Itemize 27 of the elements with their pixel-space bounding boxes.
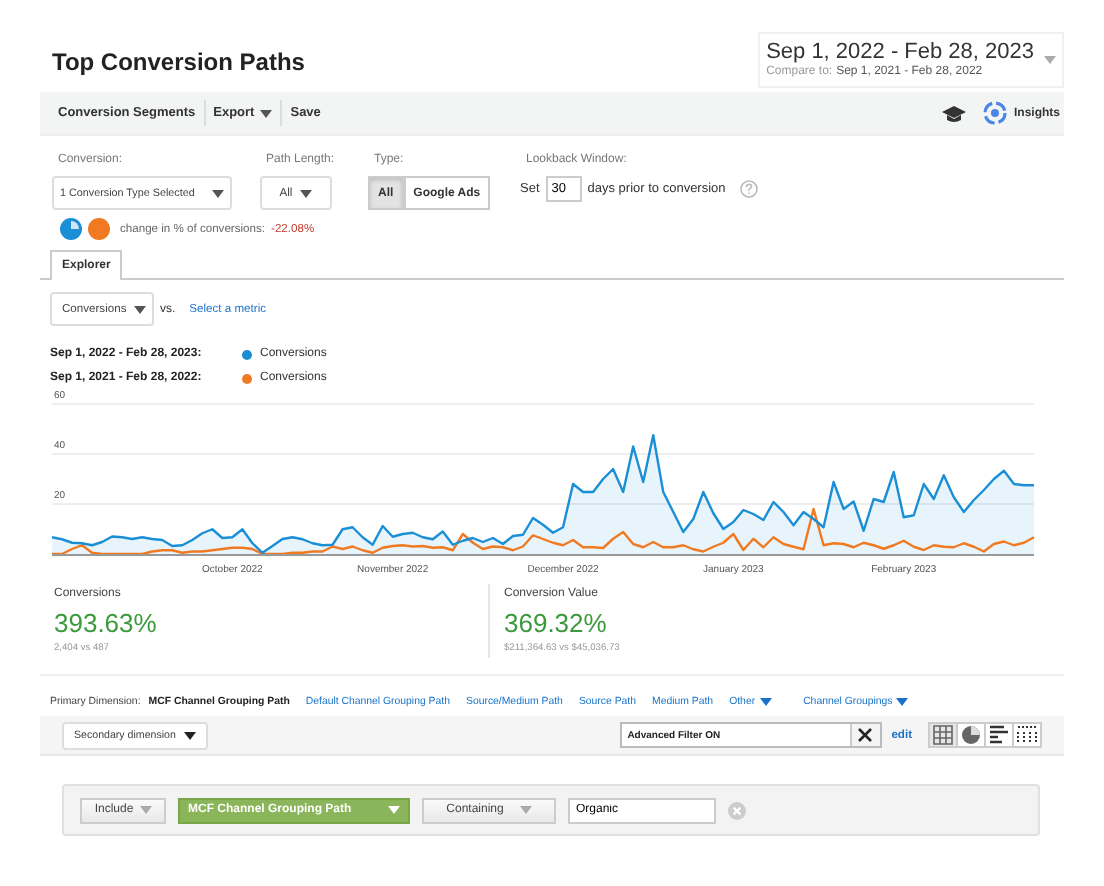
caret-icon [519, 806, 532, 814]
summary-percentage: 393.63% [54, 608, 159, 638]
pie-chart-icon [60, 218, 82, 240]
view-toggle-button[interactable] [1012, 722, 1042, 748]
grid-icon [932, 724, 954, 746]
caret-icon [896, 698, 909, 706]
summary-percentage: 369.32% [504, 608, 609, 638]
view-toggle-button[interactable] [984, 722, 1014, 748]
caret-icon [300, 189, 313, 197]
date-range: Sep 1, 2022 - Feb 28, 2023 [766, 40, 1034, 64]
insights-icon [981, 100, 1008, 126]
pie-chart-icon [960, 724, 982, 746]
caret-icon [212, 189, 224, 197]
close-icon [858, 728, 873, 742]
caret-icon [388, 806, 400, 814]
caret-icon [134, 305, 147, 313]
clear-filter-button[interactable] [849, 724, 880, 746]
page-title: Top Conversion Paths [50, 46, 307, 76]
circle-icon [88, 218, 110, 240]
view-toggle-button[interactable] [928, 722, 958, 748]
caret-icon [260, 109, 273, 117]
graduation-cap-icon[interactable] [941, 105, 966, 121]
caret-icon [139, 806, 152, 814]
caret-icon [184, 731, 196, 739]
caret-icon [759, 698, 772, 706]
view-toggle-button[interactable] [956, 722, 986, 748]
caret-icon [1044, 56, 1056, 64]
